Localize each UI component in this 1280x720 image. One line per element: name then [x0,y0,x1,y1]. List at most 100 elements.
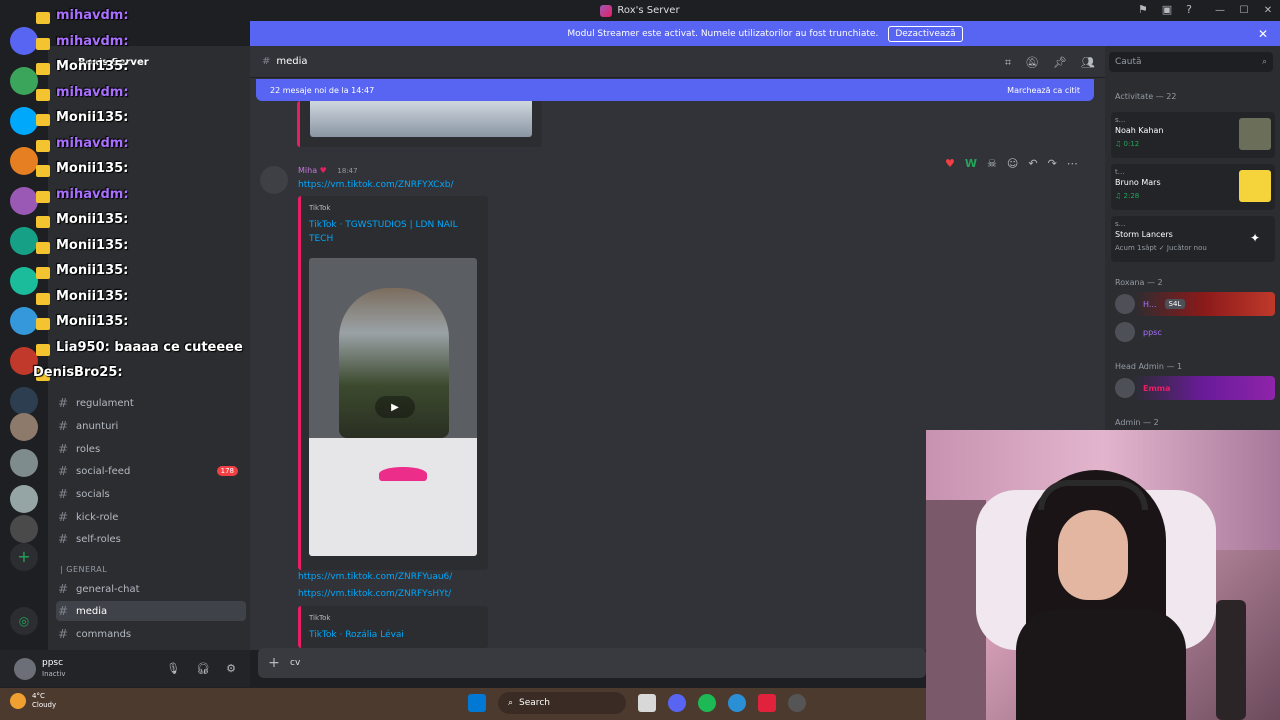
attach-icon[interactable]: + [258,655,290,671]
title-icons: ⚑ ▣ ? [1138,3,1192,16]
taskbar-search[interactable]: ⌕ Search [498,692,626,714]
weather-widget[interactable]: 4°C Cloudy [10,692,56,710]
avatar[interactable] [14,657,36,680]
maximize-button[interactable]: ☐ [1232,0,1256,21]
server-icon[interactable] [10,347,38,375]
mark-read-button[interactable]: Marchează ca citit [1007,86,1080,95]
author-name[interactable]: Miha [298,166,317,175]
headphones-icon[interactable]: 🎧︎ [196,662,210,675]
message-input[interactable]: + cv [258,648,926,678]
channel-item[interactable]: # general-chat [56,579,246,599]
mute-icon[interactable]: 🔕︎ [1025,56,1039,70]
new-messages-bar[interactable]: 22 mesaje noi de la 14:47 Marchează ca c… [256,79,1094,101]
close-window-button[interactable]: ✕ [1256,0,1280,21]
w-react-icon[interactable]: W [965,157,977,170]
inbox-icon[interactable]: ⚑ [1138,3,1148,16]
server-icon[interactable] [10,515,38,543]
member-name: ppsc [1143,327,1162,337]
hash-icon: # [57,582,69,596]
disable-streamer-button[interactable]: Dezactivează [888,25,963,42]
category-general[interactable]: | GENERAL [60,565,107,574]
channel-item[interactable]: # commands [56,624,246,644]
microphone-icon [1216,600,1246,720]
channel-item[interactable]: # social-feed 178 [56,461,246,481]
members-icon[interactable]: 👥︎ [1081,56,1095,70]
message-link[interactable]: https://vm.tiktok.com/ZNRFYuau6/ [298,572,452,582]
channel-item[interactable]: # regulament [56,393,246,413]
member-name: H... [1143,299,1157,309]
file-explorer-icon[interactable] [638,694,656,712]
member-item[interactable]: Emma [1115,376,1275,400]
game-icon: ✦ [1239,222,1271,254]
server-name[interactable]: Rox's Server [48,46,250,78]
threads-icon[interactable]: ⌗ [1005,56,1011,70]
channel-item[interactable]: # socials [56,484,246,504]
minimize-button[interactable]: — [1208,0,1232,21]
explore-icon[interactable]: ◎ [10,607,38,635]
user-info[interactable]: ppsc Inactiv [42,658,65,680]
add-reaction-icon[interactable]: ☺ [1007,157,1018,170]
add-server-icon[interactable]: + [10,543,38,571]
embed-title[interactable]: TikTok · TGWSTUDIOS | LDN NAIL TECH [309,218,478,246]
channel-item[interactable]: # roles [56,439,246,459]
member-item[interactable]: H... S4L [1115,292,1275,316]
server-icon[interactable] [10,27,38,55]
window-icon[interactable]: ▣ [1162,3,1172,16]
message-link[interactable]: https://vm.tiktok.com/ZNRFYXCxb/ [298,180,454,190]
user-controls: 🎙︎ 🎧︎ ⚙ [166,662,236,675]
spotify-icon[interactable] [698,694,716,712]
server-icon[interactable] [10,67,38,95]
more-icon[interactable]: ⋯ [1067,157,1078,170]
skull-react-icon[interactable]: ☠ [987,157,997,170]
hash-icon: # [57,464,69,478]
video-surface [309,438,477,556]
server-icon[interactable] [10,187,38,215]
help-icon[interactable]: ? [1186,3,1192,16]
embed-title[interactable]: TikTok · Rozália Lévai [309,628,478,642]
channel-item[interactable]: # kick-role [56,507,246,527]
server-icon[interactable] [10,147,38,175]
banner-close-icon[interactable]: ✕ [1258,27,1268,41]
member-item[interactable]: ppsc [1115,320,1275,344]
w2g-server-icon[interactable] [10,387,38,415]
server-icon[interactable] [10,107,38,135]
activity-card[interactable]: s... Noah Kahan ♫ 0:12 [1111,112,1275,158]
activity-user: s... [1115,116,1126,124]
search-icon: ⌕ [1261,57,1267,67]
app-icon[interactable] [758,694,776,712]
mic-icon[interactable]: 🎙︎ [166,662,180,675]
channel-item[interactable]: # anunturi [56,416,246,436]
server-icon[interactable] [10,413,38,441]
video-object [379,467,427,481]
discord-icon[interactable] [668,694,686,712]
avatar[interactable] [260,166,288,194]
server-icon[interactable] [10,485,38,513]
activity-card[interactable]: t... Bruno Mars ♫ 2:28 [1111,164,1275,210]
weather-temp: 4°C [32,692,45,700]
server-icon[interactable] [10,307,38,335]
embed-image[interactable] [310,101,532,137]
server-icon[interactable] [10,449,38,477]
play-icon[interactable]: ▶ [375,396,415,418]
headphones-icon [1038,480,1148,510]
server-icon[interactable] [10,267,38,295]
channel-item[interactable]: # self-roles [56,529,246,549]
server-icon[interactable] [10,227,38,255]
new-messages-text: 22 mesaje noi de la 14:47 [270,85,375,95]
search-input[interactable]: Caută ⌕ [1109,52,1273,72]
message-link[interactable]: https://vm.tiktok.com/ZNRFYsHYt/ [298,589,451,599]
gear-icon[interactable]: ⚙ [226,662,236,675]
windows-start-icon[interactable] [468,694,486,712]
obs-icon[interactable] [788,694,806,712]
embed-video[interactable]: ▶ [309,258,477,556]
reply-icon[interactable]: ↶ [1028,157,1037,170]
activity-card[interactable]: s... Storm Lancers Acum 1săpt ✓ Jucător … [1111,216,1275,262]
heart-react-icon[interactable]: ♥ [945,157,955,170]
search-icon: ⌕ [508,698,514,708]
pin-icon[interactable]: 📌︎ [1053,56,1067,70]
channel-item[interactable]: # media [56,601,246,621]
member-name: Emma [1143,383,1171,393]
activity-sub: ♫ 2:28 [1115,192,1140,200]
forward-icon[interactable]: ↷ [1048,157,1057,170]
edge-icon[interactable] [728,694,746,712]
